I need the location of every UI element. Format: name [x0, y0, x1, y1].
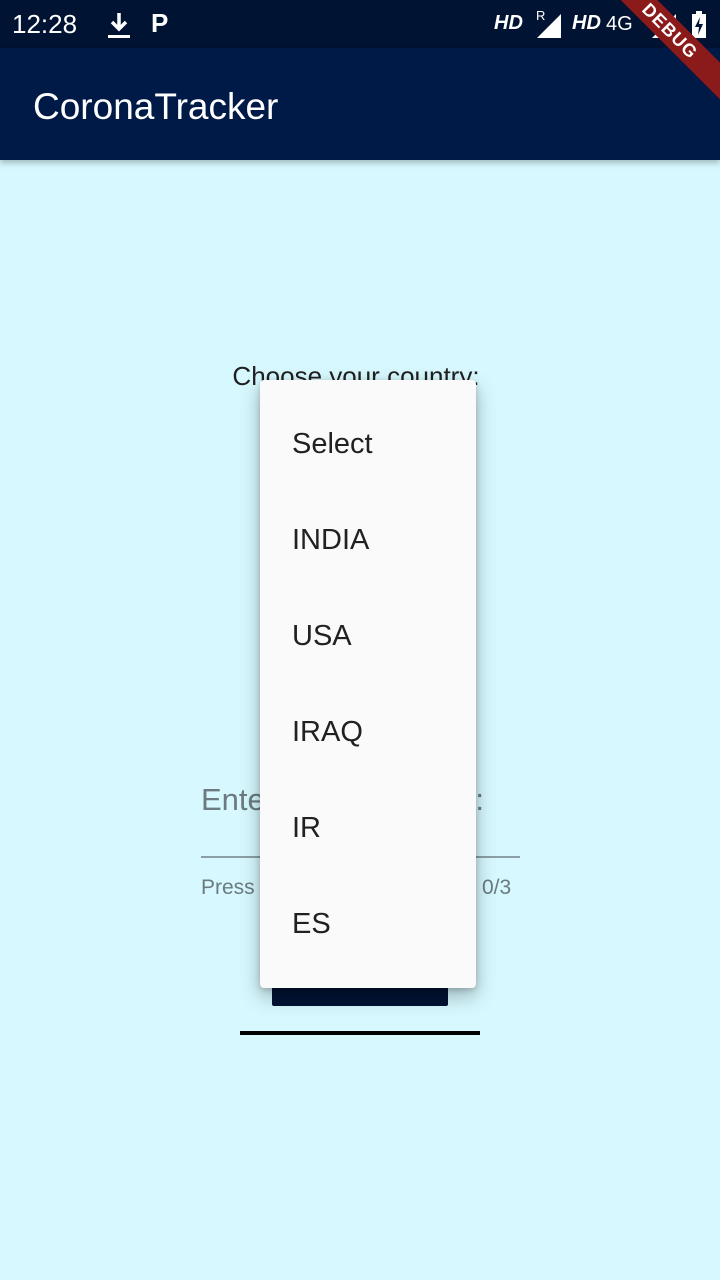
hd-indicator-2: HD — [572, 12, 601, 34]
input-label-tail: : — [475, 782, 484, 817]
status-time: 12:28 — [12, 9, 78, 39]
dropdown-item-ir[interactable]: IR — [260, 780, 476, 876]
app-title: CoronaTracker — [33, 86, 279, 127]
country-dropdown-menu[interactable]: Select INDIA USA IRAQ IR ES — [260, 380, 476, 988]
input-helper-text: Press — [201, 876, 255, 899]
dropdown-item-iraq[interactable]: IRAQ — [260, 684, 476, 780]
hd-indicator: HD — [494, 12, 523, 34]
status-bar: 12:28 P HD R HD 4G — [0, 0, 720, 48]
input-counter: 0/3 — [482, 876, 512, 899]
dropdown-item-usa[interactable]: USA — [260, 588, 476, 684]
app-bar: CoronaTracker — [0, 48, 720, 160]
network-type: 4G — [606, 13, 633, 35]
divider-line — [240, 1031, 480, 1035]
parking-icon: P — [151, 8, 169, 38]
input-label: Ente — [201, 782, 265, 817]
dropdown-item-es[interactable]: ES — [260, 876, 476, 972]
signal-icon — [537, 14, 561, 43]
download-icon — [104, 10, 134, 45]
dropdown-item-select[interactable]: Select — [260, 380, 476, 492]
dropdown-item-india[interactable]: INDIA — [260, 492, 476, 588]
